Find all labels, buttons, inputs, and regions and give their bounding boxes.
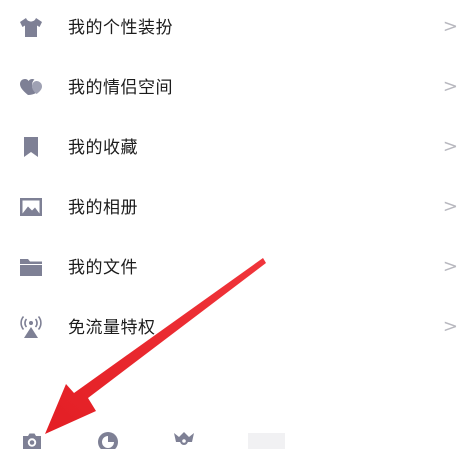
chevron-right-icon: >	[442, 16, 458, 37]
menu-item-free-data[interactable]: 免流量特权 >	[0, 300, 470, 358]
menu-item-couple-space[interactable]: 我的情侣空间 >	[0, 60, 470, 118]
chevron-right-icon: >	[442, 316, 458, 337]
camera-icon[interactable]	[20, 428, 44, 449]
tshirt-icon	[18, 14, 44, 40]
folder-icon	[18, 254, 44, 280]
menu-item-label: 我的收藏	[68, 138, 138, 158]
chevron-right-icon: >	[442, 256, 458, 277]
menu-item-favorites[interactable]: 我的收藏 >	[0, 120, 470, 178]
chevron-right-icon: >	[442, 76, 458, 97]
signal-tower-icon	[18, 314, 44, 340]
menu-item-label: 我的文件	[68, 258, 138, 278]
menu-item-files[interactable]: 我的文件 >	[0, 240, 470, 298]
photo-icon	[18, 194, 44, 220]
bottom-placeholder	[248, 433, 285, 449]
moon-icon[interactable]	[96, 428, 120, 449]
chevron-right-icon: >	[442, 136, 458, 157]
menu-item-personal-dressup[interactable]: 我的个性装扮 >	[0, 0, 470, 58]
badge-icon[interactable]	[172, 428, 196, 449]
menu-item-label: 我的相册	[68, 198, 138, 218]
menu-item-label: 我的个性装扮	[68, 18, 173, 38]
bottom-toolbar	[0, 424, 470, 449]
menu-item-label: 我的情侣空间	[68, 78, 173, 98]
menu-item-album[interactable]: 我的相册 >	[0, 180, 470, 238]
menu-item-label: 免流量特权	[68, 318, 156, 338]
settings-menu-screen: 我的个性装扮 > 我的情侣空间 > 我的收藏 > 我的相册 > 我的文件 > 免…	[0, 0, 470, 449]
chevron-right-icon: >	[442, 196, 458, 217]
bookmark-icon	[18, 134, 44, 160]
hearts-icon	[18, 74, 44, 100]
